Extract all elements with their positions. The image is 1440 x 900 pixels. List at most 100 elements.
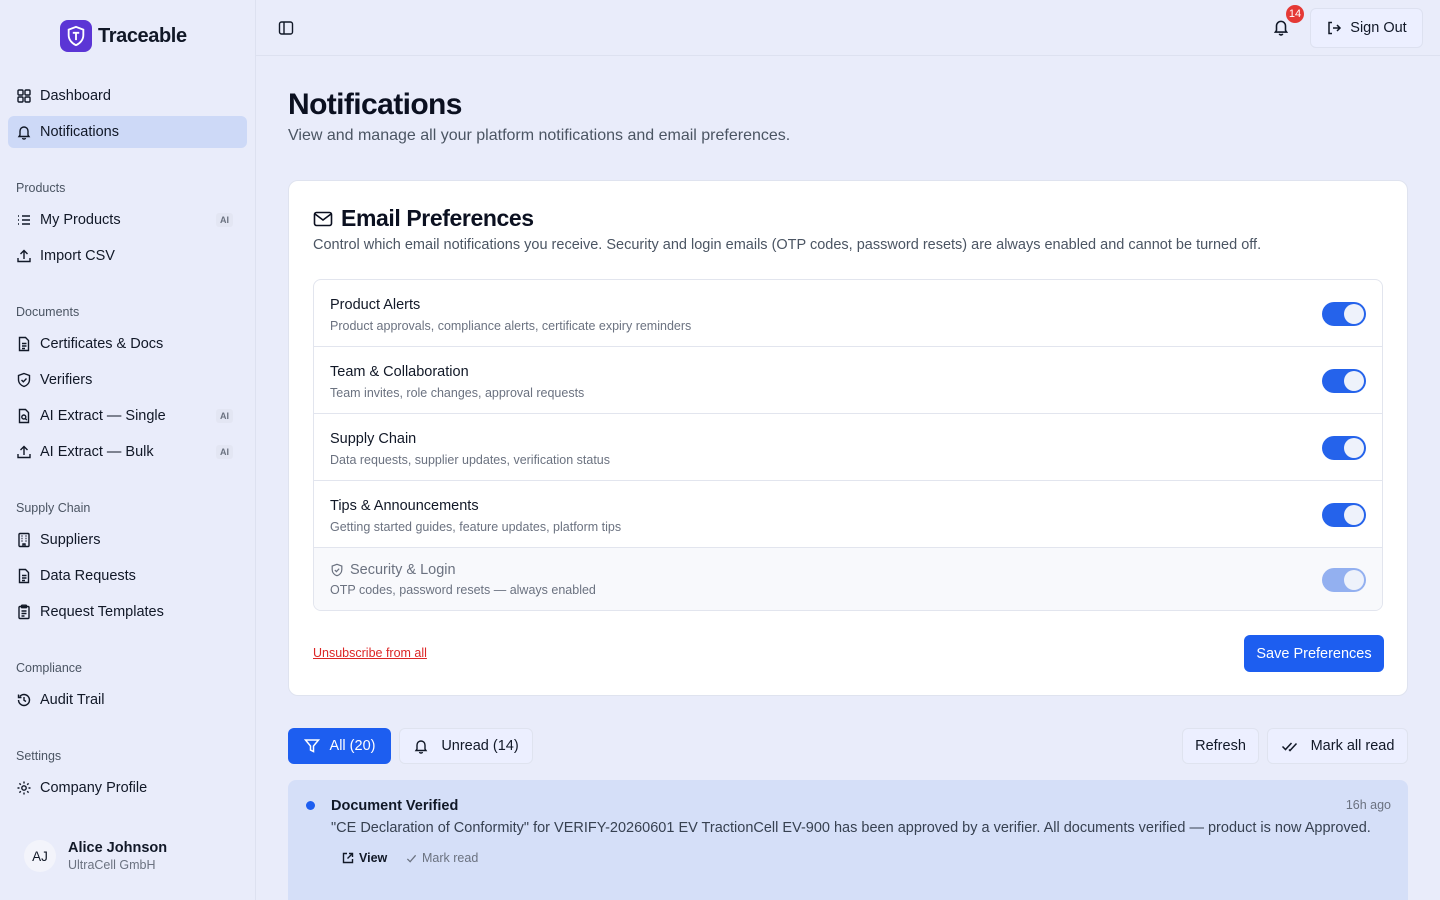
sign-out-label: Sign Out: [1350, 20, 1407, 36]
section-title-documents: Documents: [16, 305, 80, 319]
user-name: Alice Johnson: [68, 840, 168, 856]
upload-icon: [17, 445, 31, 459]
sidebar-item-company-profile[interactable]: Company Profile: [8, 772, 247, 804]
tips-announcements-toggle[interactable]: [1322, 503, 1366, 527]
double-check-icon: [1281, 742, 1297, 752]
sidebar-item-certificates[interactable]: Certificates & Docs: [8, 328, 247, 360]
ai-badge: AI: [216, 213, 233, 227]
sidebar-toggle-icon[interactable]: [278, 20, 294, 36]
bell-icon: [17, 126, 31, 140]
preference-label: Tips & Announcements: [330, 498, 479, 514]
mark-read-label: Mark read: [422, 851, 479, 865]
section-title-settings: Settings: [16, 749, 62, 763]
avatar: AJ: [24, 840, 56, 872]
mark-all-read-label: Mark all read: [1310, 738, 1395, 754]
product-alerts-toggle[interactable]: [1322, 302, 1366, 326]
sidebar-item-ai-extract-bulk[interactable]: AI Extract — Bulk AI: [8, 436, 247, 468]
shield-icon: [331, 563, 343, 577]
user-org: UltraCell GmbH: [68, 858, 156, 872]
check-icon: [406, 854, 417, 863]
document-icon: [18, 336, 30, 352]
security-login-toggle: [1322, 568, 1366, 592]
sidebar: Traceable Dashboard Notifications Produc…: [0, 0, 256, 900]
preference-row-locked: Security & Login OTP codes, password res…: [314, 548, 1382, 610]
filter-all-label: All (20): [329, 738, 376, 754]
bell-icon: [415, 740, 428, 754]
mark-all-read-button[interactable]: Mark all read: [1267, 728, 1408, 764]
preference-description: Team invites, role changes, approval req…: [330, 386, 585, 400]
email-preferences-card: Email Preferences Control which email no…: [288, 180, 1408, 696]
notification-item[interactable]: Document Verified 16h ago "CE Declaratio…: [288, 780, 1408, 900]
filter-all-button[interactable]: All (20): [288, 728, 391, 764]
preference-label: Team & Collaboration: [330, 364, 469, 380]
sidebar-item-label: Request Templates: [40, 604, 164, 620]
gear-icon: [17, 781, 31, 795]
preference-label: Product Alerts: [330, 297, 421, 313]
sidebar-item-audit-trail[interactable]: Audit Trail: [8, 684, 247, 716]
preference-row: Product Alerts Product approvals, compli…: [314, 280, 1382, 347]
notification-mark-read-button[interactable]: Mark read: [406, 851, 478, 865]
upload-icon: [17, 249, 31, 263]
section-title-supply-chain: Supply Chain: [16, 501, 91, 515]
preference-label: Supply Chain: [330, 431, 417, 447]
refresh-button[interactable]: Refresh: [1182, 728, 1259, 764]
sidebar-item-label: AI Extract — Single: [40, 408, 166, 424]
app-name: Traceable: [98, 24, 187, 47]
shield-icon: [17, 372, 31, 388]
sidebar-item-label: Verifiers: [40, 372, 93, 388]
preference-description: Getting started guides, feature updates,…: [330, 520, 622, 534]
page-title: Notifications: [288, 88, 462, 121]
card-description: Control which email notifications you re…: [313, 237, 1262, 253]
log-out-icon: [1328, 21, 1342, 35]
team-collaboration-toggle[interactable]: [1322, 369, 1366, 393]
topbar: 14 Sign Out: [256, 0, 1440, 56]
save-preferences-button[interactable]: Save Preferences: [1244, 635, 1384, 672]
sidebar-item-my-products[interactable]: My Products AI: [8, 204, 247, 236]
card-title: Email Preferences: [313, 205, 534, 232]
ai-badge: AI: [216, 445, 233, 459]
notification-body: "CE Declaration of Conformity" for VERIF…: [331, 820, 1371, 836]
filter-unread-button[interactable]: Unread (14): [399, 728, 533, 764]
building-icon: [18, 532, 30, 548]
sidebar-item-ai-extract-single[interactable]: AI Extract — Single AI: [8, 400, 247, 432]
list-icon: [18, 215, 30, 225]
notification-time: 16h ago: [1345, 798, 1391, 812]
sidebar-item-import-csv[interactable]: Import CSV: [8, 240, 247, 272]
app-logo[interactable]: Traceable: [60, 20, 187, 52]
logo-icon: [60, 20, 92, 52]
history-icon: [17, 693, 31, 707]
notification-count-badge: 14: [1285, 4, 1305, 24]
preference-label-text: Security & Login: [350, 562, 456, 578]
mail-icon: [313, 211, 333, 226]
sidebar-item-request-templates[interactable]: Request Templates: [8, 596, 247, 628]
sidebar-item-label: AI Extract — Bulk: [40, 444, 154, 460]
sign-out-button[interactable]: Sign Out: [1310, 8, 1423, 48]
supply-chain-toggle[interactable]: [1322, 436, 1366, 460]
filter-unread-label: Unread (14): [441, 738, 519, 754]
sidebar-item-dashboard[interactable]: Dashboard: [8, 80, 247, 112]
user-card[interactable]: AJ Alice Johnson UltraCell GmbH: [24, 840, 167, 872]
preference-row: Supply Chain Data requests, supplier upd…: [314, 414, 1382, 481]
sidebar-item-label: Audit Trail: [40, 692, 105, 708]
preference-list: Product Alerts Product approvals, compli…: [313, 279, 1383, 611]
unsubscribe-all-link[interactable]: Unsubscribe from all: [313, 646, 427, 660]
file-scan-icon: [18, 408, 30, 424]
sidebar-item-suppliers[interactable]: Suppliers: [8, 524, 247, 556]
filter-icon: [303, 739, 320, 753]
sidebar-item-verifiers[interactable]: Verifiers: [8, 364, 247, 396]
notification-view-button[interactable]: View: [342, 851, 387, 865]
document-icon: [18, 568, 30, 584]
sidebar-item-notifications[interactable]: Notifications: [8, 116, 247, 148]
sidebar-item-label: Suppliers: [40, 532, 101, 548]
sidebar-item-label: Import CSV: [40, 248, 115, 264]
clipboard-icon: [18, 604, 30, 620]
preference-row: Team & Collaboration Team invites, role …: [314, 347, 1382, 414]
sidebar-item-data-requests[interactable]: Data Requests: [8, 560, 247, 592]
section-title-products: Products: [16, 181, 66, 195]
card-title-text: Email Preferences: [341, 205, 534, 231]
sidebar-item-label: Dashboard: [40, 88, 111, 104]
ai-badge: AI: [216, 409, 233, 423]
page-subtitle: View and manage all your platform notifi…: [288, 127, 791, 144]
preference-row: Tips & Announcements Getting started gui…: [314, 481, 1382, 548]
section-title-compliance: Compliance: [16, 661, 83, 675]
